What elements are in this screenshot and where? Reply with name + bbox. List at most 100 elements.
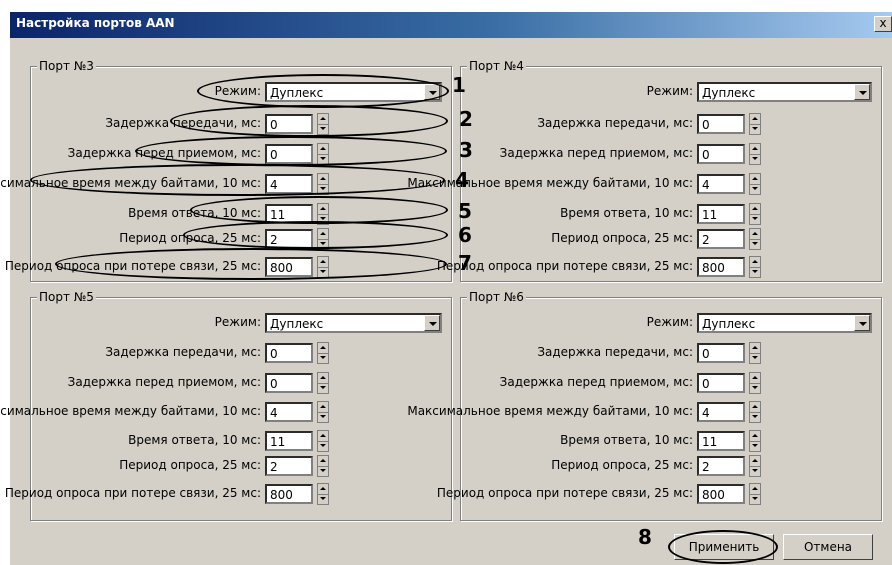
spin-down-icon[interactable] [750, 466, 760, 476]
poll-spinner[interactable] [749, 228, 761, 250]
mode-select[interactable]: Дуплекс [265, 313, 442, 333]
byte-time-spinner[interactable] [317, 401, 329, 423]
byte-time-input[interactable]: 4 [265, 174, 313, 194]
poll-lost-spinner[interactable] [317, 256, 329, 278]
spin-down-icon[interactable] [750, 494, 760, 504]
spin-down-icon[interactable] [318, 239, 328, 249]
spin-down-icon[interactable] [318, 441, 328, 451]
tx-delay-spinner[interactable] [749, 342, 761, 364]
spin-down-icon[interactable] [318, 412, 328, 422]
mode-select[interactable]: Дуплекс [697, 313, 872, 333]
spin-down-icon[interactable] [750, 239, 760, 249]
byte-time-input[interactable]: 4 [697, 402, 745, 422]
field-label-poll-lost: Период опроса при потере связи, 25 мс: [436, 259, 693, 273]
byte-time-spinner[interactable] [749, 401, 761, 423]
poll-input[interactable]: 2 [697, 456, 745, 476]
rx-delay-input[interactable]: 0 [265, 144, 313, 164]
spin-down-icon[interactable] [750, 124, 760, 134]
tx-delay-input[interactable]: 0 [265, 343, 313, 363]
spin-down-icon[interactable] [750, 267, 760, 277]
rx-delay-spinner[interactable] [317, 143, 329, 165]
spin-down-icon[interactable] [318, 154, 328, 164]
rx-delay-spinner[interactable] [749, 143, 761, 165]
poll-spinner[interactable] [317, 228, 329, 250]
byte-time-input[interactable]: 4 [265, 402, 313, 422]
byte-time-spinner[interactable] [749, 173, 761, 195]
spin-down-icon[interactable] [750, 214, 760, 224]
tx-delay-input[interactable]: 0 [265, 114, 313, 134]
port-group-title: Порт №5 [37, 290, 96, 304]
mode-select[interactable]: Дуплекс [697, 82, 872, 102]
cancel-button[interactable]: Отмена [783, 534, 873, 560]
response-input[interactable]: 11 [697, 431, 745, 451]
spin-down-icon[interactable] [318, 466, 328, 476]
spin-down-icon[interactable] [750, 412, 760, 422]
tx-delay-input[interactable]: 0 [697, 343, 745, 363]
spin-down-icon[interactable] [318, 184, 328, 194]
annotation-number-5: 5 [458, 199, 472, 223]
poll-input[interactable]: 2 [697, 229, 745, 249]
apply-button[interactable]: Применить [674, 534, 774, 560]
field-label-poll-lost: Период опроса при потере связи, 25 мс: [4, 486, 261, 500]
chevron-down-icon[interactable] [424, 315, 440, 331]
rx-delay-spinner[interactable] [749, 372, 761, 394]
poll-lost-spinner[interactable] [317, 483, 329, 505]
response-input[interactable]: 11 [265, 431, 313, 451]
chevron-down-icon[interactable] [854, 315, 870, 331]
spin-down-icon[interactable] [750, 441, 760, 451]
mode-select[interactable]: Дуплекс [265, 82, 442, 102]
close-button[interactable]: x [874, 16, 892, 32]
spin-down-icon[interactable] [318, 383, 328, 393]
spin-down-icon[interactable] [318, 124, 328, 134]
spin-down-icon[interactable] [750, 184, 760, 194]
poll-lost-input[interactable]: 800 [265, 257, 313, 277]
poll-spinner[interactable] [749, 455, 761, 477]
poll-lost-input[interactable]: 800 [697, 257, 745, 277]
byte-time-input[interactable]: 4 [697, 174, 745, 194]
response-spinner[interactable] [749, 430, 761, 452]
poll-input[interactable]: 2 [265, 456, 313, 476]
field-label-tx-delay: Задержка передачи, мс: [537, 116, 693, 130]
rx-delay-spinner[interactable] [317, 372, 329, 394]
rx-delay-input[interactable]: 0 [697, 373, 745, 393]
field-label-byte-time: Максимальное время между байтами, 10 мс: [407, 176, 693, 190]
spin-down-icon[interactable] [750, 353, 760, 363]
chevron-down-icon[interactable] [854, 84, 870, 100]
spin-down-icon[interactable] [750, 154, 760, 164]
response-spinner[interactable] [317, 430, 329, 452]
tx-delay-spinner[interactable] [317, 342, 329, 364]
tx-delay-spinner[interactable] [749, 113, 761, 135]
tx-delay-spinner[interactable] [317, 113, 329, 135]
tx-delay-input[interactable]: 0 [697, 114, 745, 134]
tx-delay-value: 0 [702, 347, 710, 361]
poll-value: 2 [270, 233, 278, 247]
spin-down-icon[interactable] [318, 214, 328, 224]
spin-down-icon[interactable] [318, 494, 328, 504]
rx-delay-value: 0 [270, 377, 278, 391]
port-group-title: Порт №4 [467, 59, 526, 73]
field-label-rx-delay: Задержка перед приемом, мс: [499, 146, 693, 160]
response-input[interactable]: 11 [697, 204, 745, 224]
poll-lost-spinner[interactable] [749, 256, 761, 278]
spin-down-icon[interactable] [750, 383, 760, 393]
poll-lost-input[interactable]: 800 [697, 484, 745, 504]
field-label-rx-delay: Задержка перед приемом, мс: [67, 146, 261, 160]
chevron-down-icon[interactable] [424, 84, 440, 100]
annotation-number-3: 3 [459, 138, 473, 162]
poll-input[interactable]: 2 [265, 229, 313, 249]
field-label-poll: Период опроса, 25 мс: [551, 458, 693, 472]
poll-value: 2 [702, 460, 710, 474]
response-spinner[interactable] [749, 203, 761, 225]
poll-lost-value: 800 [270, 488, 293, 502]
poll-lost-input[interactable]: 800 [265, 484, 313, 504]
poll-lost-spinner[interactable] [749, 483, 761, 505]
response-spinner[interactable] [317, 203, 329, 225]
spin-down-icon[interactable] [318, 267, 328, 277]
rx-delay-input[interactable]: 0 [697, 144, 745, 164]
poll-spinner[interactable] [317, 455, 329, 477]
byte-time-spinner[interactable] [317, 173, 329, 195]
spin-down-icon[interactable] [318, 353, 328, 363]
response-input[interactable]: 11 [265, 204, 313, 224]
dialog-title-bar[interactable]: Настройка портов AAN x [10, 12, 892, 38]
rx-delay-input[interactable]: 0 [265, 373, 313, 393]
